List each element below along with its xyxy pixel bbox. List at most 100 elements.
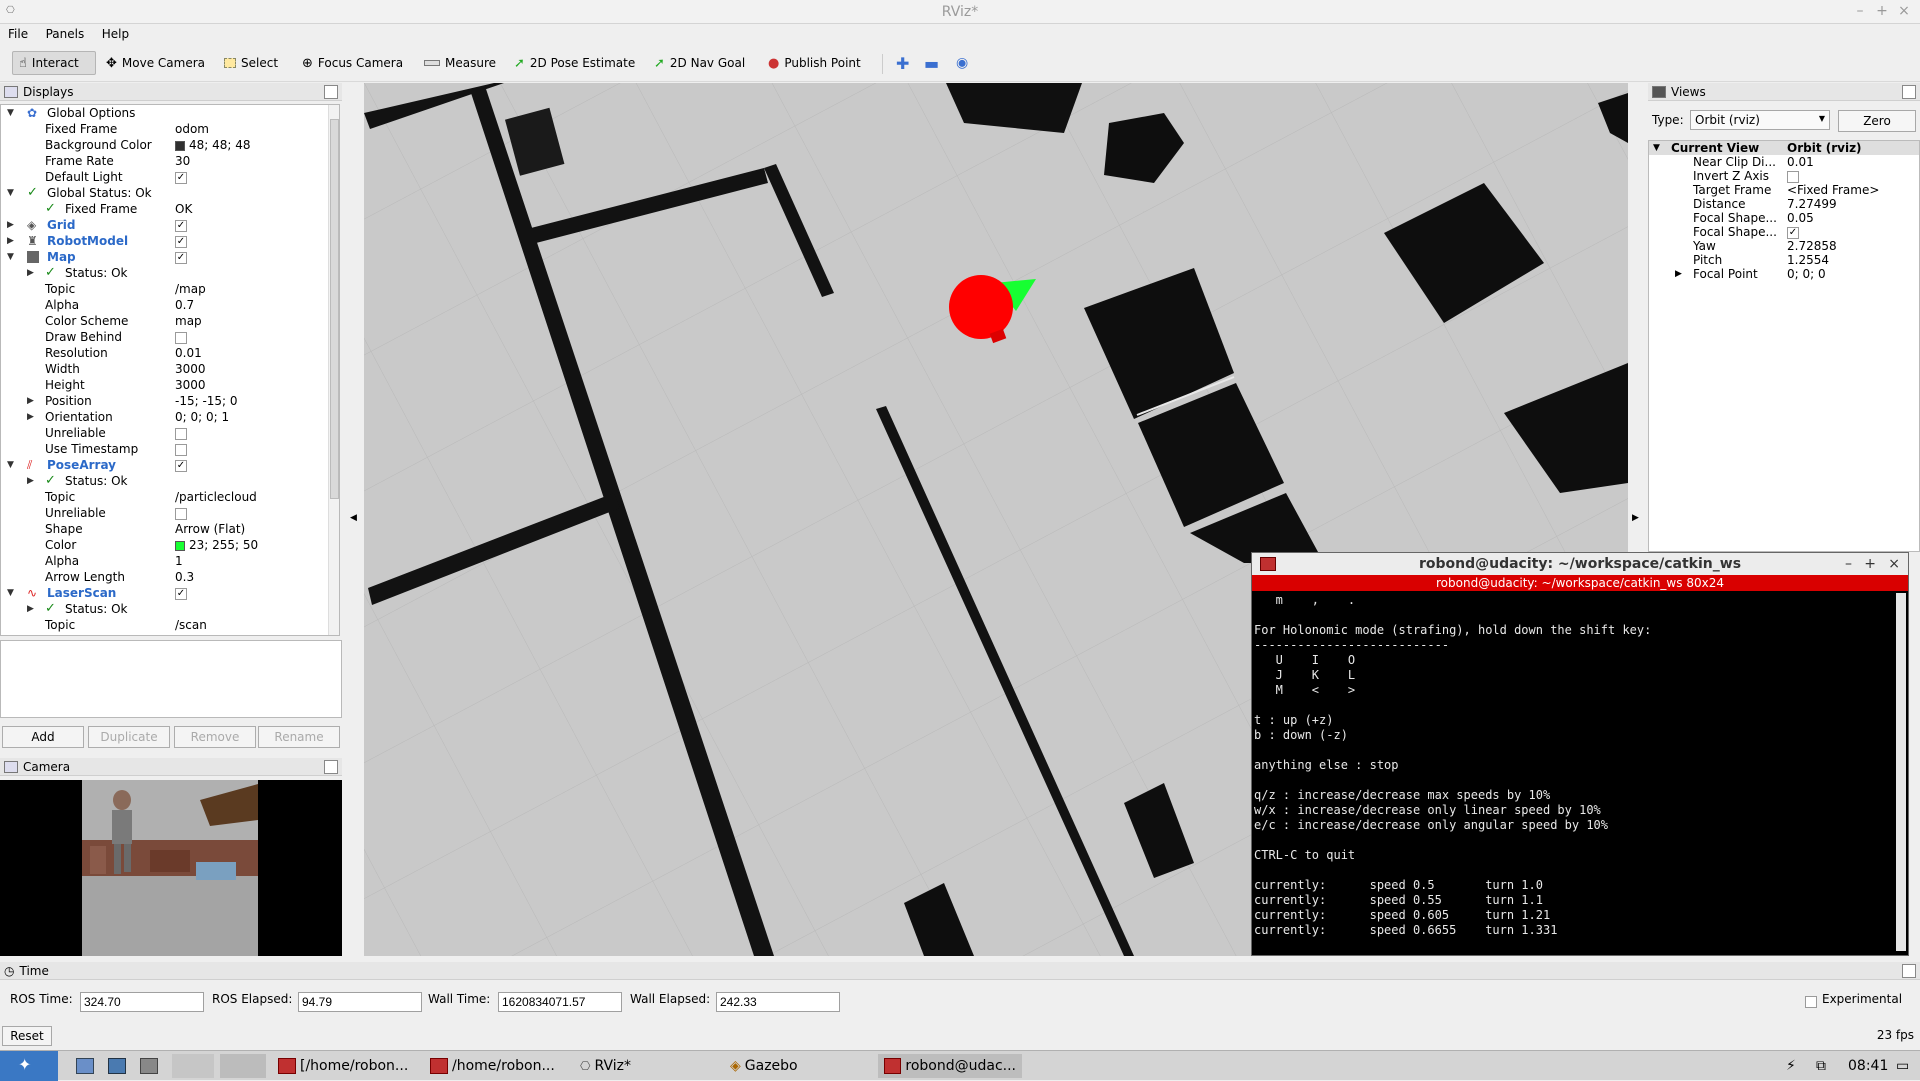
remove-button[interactable]: Remove xyxy=(174,726,256,748)
tree-row-pa-topic[interactable]: Topic /particlecloud xyxy=(1,489,329,505)
checkbox-unchecked[interactable] xyxy=(175,443,187,456)
tree-row-ls-status[interactable]: ▶ ✓ Status: Ok xyxy=(1,601,329,617)
remove-tool-icon[interactable]: ▬ xyxy=(918,51,945,75)
tree-row-gs-fixed-frame[interactable]: ✓ Fixed Frame OK xyxy=(1,201,329,217)
terminal-window[interactable]: robond@udacity: ~/workspace/catkin_ws – … xyxy=(1251,552,1909,956)
workspace-2[interactable] xyxy=(220,1054,266,1078)
tree-row-frame-rate[interactable]: Frame Rate 30 xyxy=(1,153,329,169)
tree-row-height[interactable]: Height 3000 xyxy=(1,377,329,393)
tree-row-unreliable[interactable]: Unreliable xyxy=(1,425,329,441)
expand-arrow-icon[interactable]: ▼ xyxy=(7,249,14,265)
checkbox-unchecked[interactable] xyxy=(175,331,187,344)
expand-arrow-icon[interactable]: ▼ xyxy=(7,105,14,121)
collapse-arrow-icon[interactable]: ▶ xyxy=(27,473,34,489)
tree-row-grid[interactable]: ▶ ◈ Grid ✓ xyxy=(1,217,329,233)
displays-tree[interactable]: ▼ ✿ Global Options Fixed Frame odom Back… xyxy=(0,104,340,636)
add-tool-icon[interactable]: ✚ xyxy=(890,51,915,75)
checkbox-checked[interactable]: ✓ xyxy=(175,171,187,184)
tree-row-pa-unreliable[interactable]: Unreliable xyxy=(1,505,329,521)
expand-arrow-icon[interactable]: ▼ xyxy=(7,185,14,201)
terminal-title-bar[interactable]: robond@udacity: ~/workspace/catkin_ws – … xyxy=(1252,553,1908,575)
focal-shape-fixed-row[interactable]: Focal Shape... ✓ xyxy=(1649,225,1919,239)
collapse-arrow-icon[interactable]: ▶ xyxy=(27,601,34,617)
checkbox-checked[interactable]: ✓ xyxy=(175,219,187,232)
tree-row-map-status[interactable]: ▶ ✓ Status: Ok xyxy=(1,265,329,281)
file-manager-icon[interactable] xyxy=(102,1054,136,1078)
tree-row-background-color[interactable]: Background Color 48; 48; 48 xyxy=(1,137,329,153)
interact-button[interactable]: ☝ Interact xyxy=(12,51,96,75)
distance-row[interactable]: Distance 7.27499 xyxy=(1649,197,1919,211)
focal-point-row[interactable]: ▶ Focal Point 0; 0; 0 xyxy=(1649,267,1919,281)
pose-estimate-button[interactable]: ➚ 2D Pose Estimate xyxy=(508,51,641,75)
menu-help[interactable]: Help xyxy=(94,24,135,41)
reset-button[interactable]: Reset xyxy=(2,1026,52,1046)
pitch-row[interactable]: Pitch 1.2554 xyxy=(1649,253,1919,267)
terminal-launcher-icon[interactable] xyxy=(134,1054,168,1078)
wall-elapsed-field[interactable] xyxy=(716,992,840,1012)
tree-row-orientation[interactable]: ▶ Orientation 0; 0; 0; 1 xyxy=(1,409,329,425)
collapse-arrow-icon[interactable]: ▶ xyxy=(27,409,34,425)
panel-float-button[interactable] xyxy=(324,85,338,99)
target-frame-row[interactable]: Target Frame <Fixed Frame> xyxy=(1649,183,1919,197)
tree-row-arrow-length[interactable]: Arrow Length 0.3 xyxy=(1,569,329,585)
measure-button[interactable]: Measure xyxy=(418,51,502,75)
menu-file[interactable]: File xyxy=(0,24,34,41)
collapse-arrow-icon[interactable]: ▶ xyxy=(7,217,14,233)
tree-row-width[interactable]: Width 3000 xyxy=(1,361,329,377)
tree-row-use-timestamp[interactable]: Use Timestamp xyxy=(1,441,329,457)
checkbox-checked[interactable]: ✓ xyxy=(1787,226,1799,239)
tree-row-map[interactable]: ▼ Map ✓ xyxy=(1,249,329,265)
tree-row-color[interactable]: Color 23; 255; 50 xyxy=(1,537,329,553)
select-button[interactable]: Select xyxy=(218,51,284,75)
tool-properties-icon[interactable]: ◉ xyxy=(950,51,974,75)
scrollbar-thumb[interactable] xyxy=(330,119,339,499)
tree-row-fixed-frame[interactable]: Fixed Frame odom xyxy=(1,121,329,137)
checkbox-checked[interactable]: ✓ xyxy=(175,251,187,264)
tree-row-pa-status[interactable]: ▶ ✓ Status: Ok xyxy=(1,473,329,489)
maximize-icon[interactable]: + xyxy=(1864,553,1876,575)
panel-float-button[interactable] xyxy=(1902,85,1916,99)
tree-row-posearray[interactable]: ▼ ⫽ PoseArray ✓ xyxy=(1,457,329,473)
near-clip-row[interactable]: Near Clip Di... 0.01 xyxy=(1649,155,1919,169)
task-terminal-1[interactable]: [/home/robon... xyxy=(272,1054,414,1078)
current-view-row[interactable]: ▼ Current View Orbit (rviz) xyxy=(1649,141,1919,155)
task-terminal-2[interactable]: /home/robon... xyxy=(424,1054,561,1078)
terminal-tab[interactable]: robond@udacity: ~/workspace/catkin_ws 80… xyxy=(1252,575,1908,591)
scrollbar[interactable] xyxy=(328,105,339,635)
yaw-row[interactable]: Yaw 2.72858 xyxy=(1649,239,1919,253)
panel-float-button[interactable] xyxy=(324,760,338,774)
add-button[interactable]: Add xyxy=(2,726,84,748)
workspace-1[interactable] xyxy=(172,1054,214,1078)
zero-button[interactable]: Zero xyxy=(1838,110,1916,132)
ros-time-field[interactable] xyxy=(80,992,204,1012)
tree-row-color-scheme[interactable]: Color Scheme map xyxy=(1,313,329,329)
publish-point-button[interactable]: ● Publish Point xyxy=(762,51,867,75)
clock[interactable]: 08:41 xyxy=(1842,1054,1894,1078)
menu-panels[interactable]: Panels xyxy=(38,24,91,41)
power-icon[interactable]: ⚡ xyxy=(1780,1054,1802,1078)
checkbox-checked[interactable]: ✓ xyxy=(175,587,187,600)
start-menu-button[interactable]: ✦ xyxy=(0,1051,58,1081)
tree-row-global-status[interactable]: ▼ ✓ Global Status: Ok xyxy=(1,185,329,201)
tree-row-global-options[interactable]: ▼ ✿ Global Options xyxy=(1,105,329,121)
left-splitter[interactable]: ◀ xyxy=(344,83,364,956)
tree-row-position[interactable]: ▶ Position -15; -15; 0 xyxy=(1,393,329,409)
close-icon[interactable]: × xyxy=(1896,3,1912,19)
expand-arrow-icon[interactable]: ▼ xyxy=(7,585,14,601)
checkbox-unchecked[interactable] xyxy=(1787,170,1799,183)
invert-z-row[interactable]: Invert Z Axis xyxy=(1649,169,1919,183)
network-icon[interactable]: ⧉ xyxy=(1810,1054,1832,1078)
panel-float-button[interactable] xyxy=(1902,964,1916,978)
collapse-right-icon[interactable]: ▶ xyxy=(1632,513,1639,523)
experimental-checkbox[interactable] xyxy=(1805,996,1817,1008)
checkbox-unchecked[interactable] xyxy=(175,507,187,520)
tree-row-robotmodel[interactable]: ▶ ♜ RobotModel ✓ xyxy=(1,233,329,249)
focal-shape-size-row[interactable]: Focal Shape... 0.05 xyxy=(1649,211,1919,225)
checkbox-unchecked[interactable] xyxy=(175,427,187,440)
scrollbar[interactable] xyxy=(1896,593,1906,951)
tree-row-pa-alpha[interactable]: Alpha 1 xyxy=(1,553,329,569)
tree-row-default-light[interactable]: Default Light ✓ xyxy=(1,169,329,185)
maximize-icon[interactable]: + xyxy=(1874,3,1890,19)
minimize-icon[interactable]: – xyxy=(1852,3,1868,19)
show-desktop-icon[interactable] xyxy=(70,1054,104,1078)
